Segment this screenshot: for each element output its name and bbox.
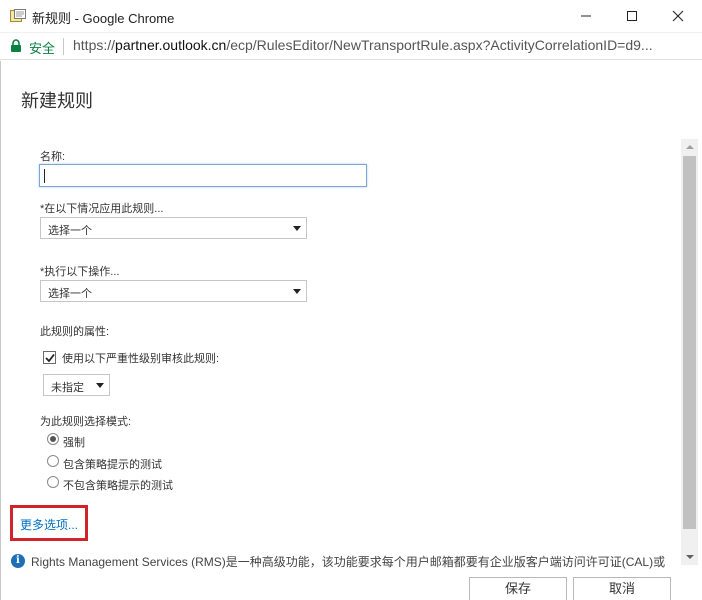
document-icon (10, 9, 26, 23)
dropdown-arrow-icon (293, 289, 301, 294)
cancel-button[interactable]: 取消 (573, 577, 671, 600)
maximize-button[interactable] (609, 0, 655, 32)
maximize-icon (627, 11, 637, 21)
mode-radio-enforce-label: 强制 (63, 437, 85, 449)
address-bar[interactable]: 安全 https://partner.outlook.cn/ecp/RulesE… (0, 33, 702, 60)
secure-label: 安全 (29, 41, 56, 56)
lock-icon (10, 39, 22, 53)
close-button[interactable] (655, 0, 701, 32)
minimize-icon (581, 15, 591, 17)
text-caret (44, 169, 45, 183)
mode-radio-test-without-tips-label: 不包含策略提示的测试 (63, 480, 173, 492)
condition-dropdown-value: 选择一个 (48, 225, 92, 237)
action-dropdown[interactable]: 选择一个 (40, 280, 307, 302)
properties-label: 此规则的属性: (40, 326, 110, 338)
condition-label: *在以下情况应用此规则... (40, 203, 164, 215)
audit-checkbox[interactable] (43, 351, 56, 364)
vertical-scrollbar[interactable] (681, 139, 698, 565)
window-title-bar: 新规则 - Google Chrome (0, 0, 702, 33)
window-title: 新规则 - Google Chrome (32, 11, 175, 26)
scrollbar-thumb[interactable] (683, 156, 696, 529)
page-content: 新建规则 名称: *在以下情况应用此规则... 选择一个 *执行以下操作... … (0, 61, 702, 600)
mode-radio-test-with-tips[interactable] (47, 455, 59, 467)
url-path: /ecp/RulesEditor/NewTransportRule.aspx?A… (226, 37, 653, 53)
minimize-button[interactable] (563, 0, 609, 32)
rms-info-text: Rights Management Services (RMS)是一种高级功能，… (31, 555, 666, 569)
severity-dropdown-value: 未指定 (51, 382, 84, 394)
address-divider (63, 38, 64, 55)
mode-radio-test-without-tips[interactable] (47, 476, 59, 488)
url-text[interactable]: https://partner.outlook.cn/ecp/RulesEdit… (73, 37, 702, 53)
highlight-annotation-box (10, 505, 88, 541)
mode-label: 为此规则选择模式: (40, 416, 132, 428)
severity-dropdown[interactable]: 未指定 (43, 374, 110, 396)
mode-radio-enforce[interactable] (47, 433, 59, 445)
name-input[interactable] (39, 164, 367, 187)
checkmark-icon (45, 353, 55, 363)
scroll-down-arrow-icon[interactable] (681, 548, 698, 565)
dropdown-arrow-icon (96, 383, 104, 388)
rule-form: 名称: *在以下情况应用此规则... 选择一个 *执行以下操作... 选择一个 … (1, 61, 681, 600)
condition-dropdown[interactable]: 选择一个 (40, 217, 307, 239)
mode-radio-test-with-tips-label: 包含策略提示的测试 (63, 459, 162, 471)
action-dropdown-value: 选择一个 (48, 288, 92, 300)
save-button[interactable]: 保存 (469, 577, 567, 600)
info-icon: i (11, 554, 25, 568)
url-domain: partner.outlook.cn (115, 37, 227, 53)
audit-checkbox-label: 使用以下严重性级别审核此规则: (62, 353, 220, 365)
name-label: 名称: (40, 151, 66, 163)
action-label: *执行以下操作... (40, 266, 120, 278)
close-icon (672, 10, 684, 22)
scroll-up-arrow-icon[interactable] (681, 139, 698, 156)
url-scheme: https:// (73, 37, 116, 53)
dropdown-arrow-icon (293, 226, 301, 231)
